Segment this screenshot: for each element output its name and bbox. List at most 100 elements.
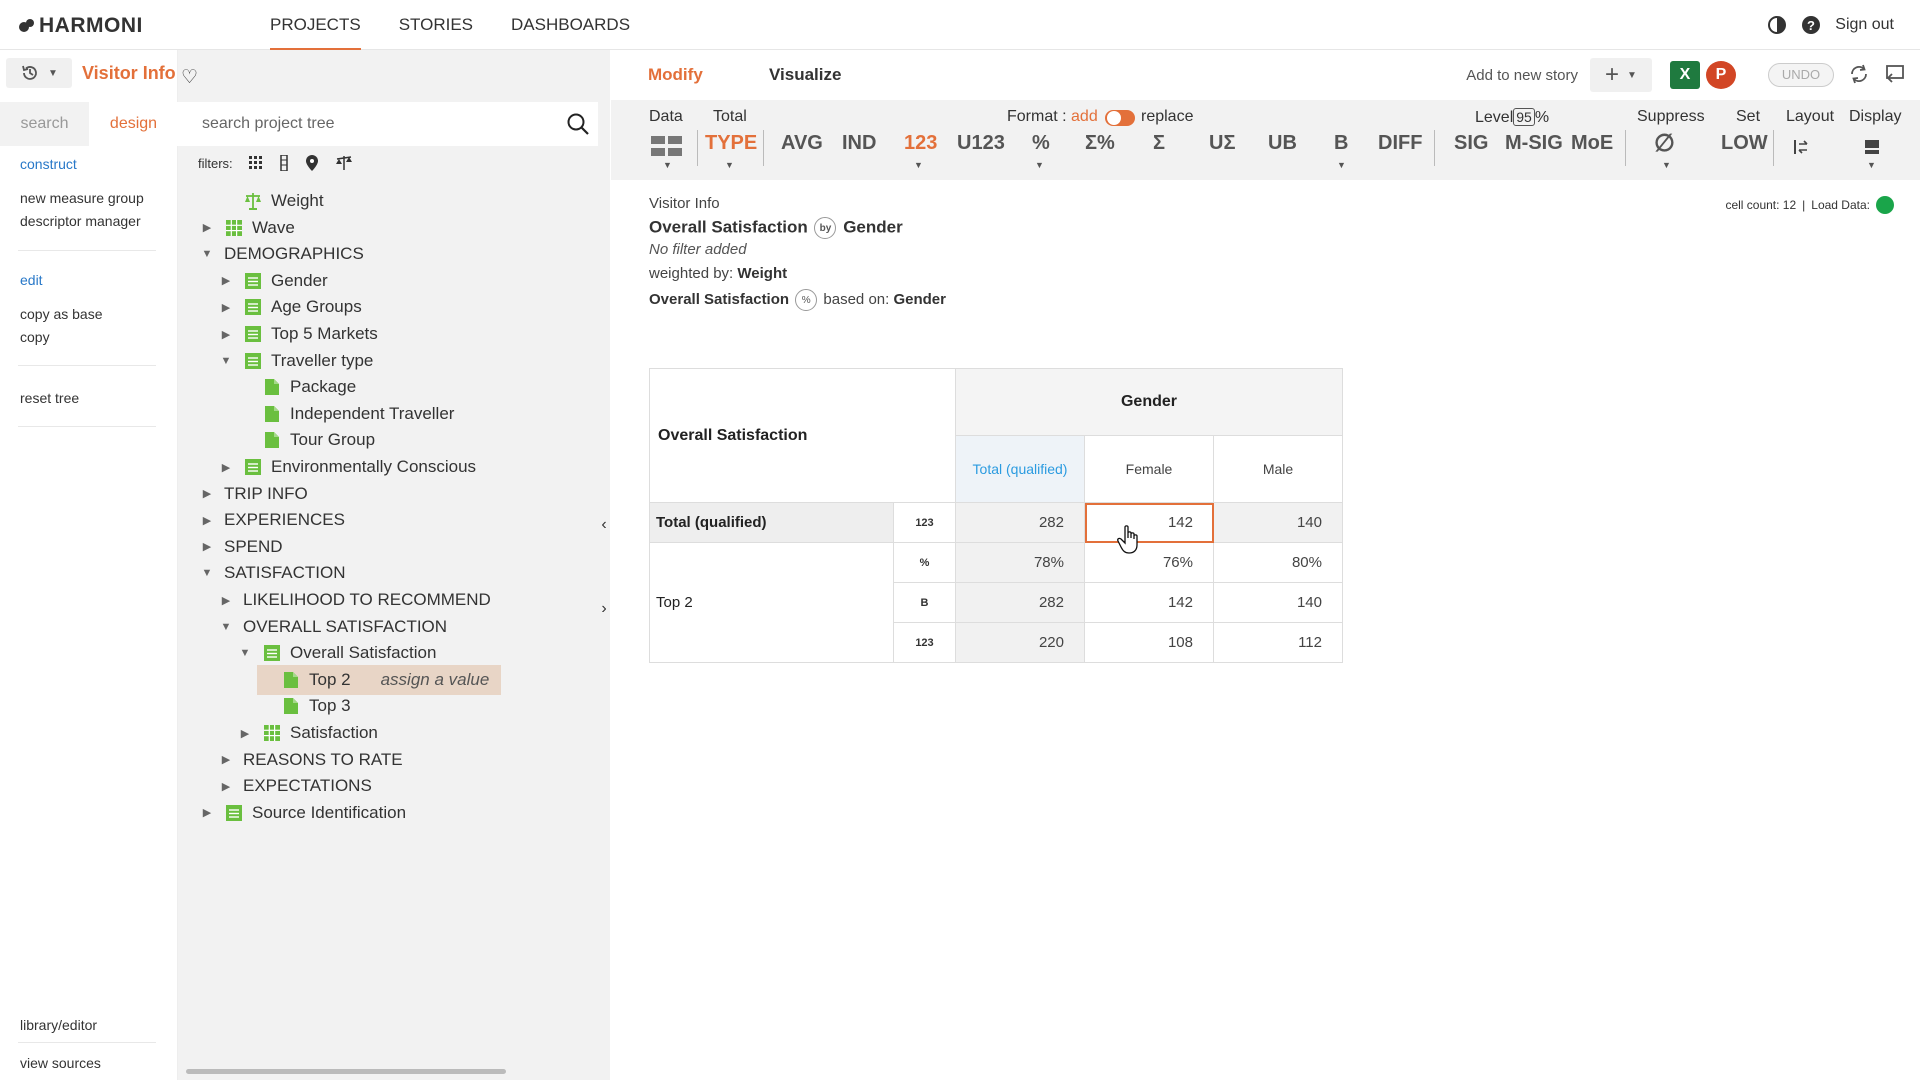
- caret-right-icon[interactable]: ▶: [200, 514, 214, 527]
- table-cell[interactable]: 80%: [1213, 542, 1343, 583]
- display-icon[interactable]: [1864, 138, 1882, 156]
- caret-right-icon[interactable]: ▶: [200, 221, 214, 234]
- tree-horizontal-scrollbar[interactable]: [178, 1066, 598, 1076]
- excel-export-icon[interactable]: X: [1670, 61, 1700, 89]
- reset-tree-link[interactable]: reset tree: [20, 390, 79, 406]
- tree-node[interactable]: ▶ Gender: [219, 266, 328, 296]
- type-button[interactable]: TYPE: [705, 132, 757, 155]
- edit-link[interactable]: edit: [20, 272, 43, 288]
- diff-button[interactable]: DIFF: [1378, 132, 1422, 155]
- tab-visualize[interactable]: Visualize: [769, 65, 841, 85]
- nav-tab-projects[interactable]: PROJECTS: [270, 0, 361, 50]
- tab-modify[interactable]: Modify: [648, 65, 703, 85]
- table-cell-selected[interactable]: 142: [1084, 502, 1214, 543]
- add-story-button[interactable]: + ▼: [1590, 58, 1652, 92]
- sigma-percent-button[interactable]: Σ%: [1085, 132, 1115, 155]
- weighted-by-value[interactable]: Weight: [737, 265, 787, 282]
- caret-right-icon[interactable]: ▶: [200, 806, 214, 819]
- nav-tab-dashboards[interactable]: DASHBOARDS: [511, 0, 630, 50]
- column-header-male[interactable]: Male: [1213, 435, 1343, 503]
- caret-down-icon[interactable]: ▼: [219, 355, 233, 367]
- column-group-header[interactable]: Gender: [955, 368, 1343, 436]
- tree-node[interactable]: ▼ Traveller type: [219, 346, 374, 376]
- tree-node[interactable]: ▶ EXPECTATIONS: [219, 771, 372, 801]
- caret-down-icon[interactable]: ▼: [219, 621, 233, 633]
- load-data-toggle[interactable]: [1876, 196, 1894, 214]
- row-label[interactable]: Top 2: [649, 542, 894, 663]
- table-cell[interactable]: 142: [1084, 582, 1214, 623]
- tree-node[interactable]: ▶ Top 5 Markets: [219, 319, 378, 349]
- percent-button[interactable]: %: [1032, 132, 1050, 155]
- caret-down-icon[interactable]: ▼: [200, 248, 214, 260]
- sigma-button[interactable]: Σ: [1153, 132, 1165, 155]
- set-low-button[interactable]: LOW: [1721, 132, 1768, 155]
- caret-right-icon[interactable]: ▶: [238, 727, 252, 740]
- tab-design[interactable]: design: [89, 102, 178, 146]
- moe-button[interactable]: MoE: [1571, 132, 1613, 155]
- tree-node[interactable]: ▶ REASONS TO RATE: [219, 745, 403, 775]
- caret-right-icon[interactable]: ▶: [219, 328, 233, 341]
- grid-filter-icon[interactable]: [248, 156, 263, 170]
- table-cell[interactable]: 220: [955, 622, 1085, 663]
- table-cell[interactable]: 112: [1213, 622, 1343, 663]
- copy-link[interactable]: copy: [20, 329, 50, 345]
- caret-down-icon[interactable]: ▼: [238, 647, 252, 659]
- refresh-icon[interactable]: [1848, 63, 1870, 85]
- descriptor-manager-link[interactable]: descriptor manager: [20, 213, 141, 229]
- project-title[interactable]: Visitor Info: [82, 63, 176, 84]
- contrast-icon[interactable]: [1767, 15, 1787, 35]
- table-cell[interactable]: 140: [1213, 582, 1343, 623]
- tree-node[interactable]: ▶ Age Groups: [219, 292, 362, 322]
- sig-button[interactable]: SIG: [1454, 132, 1488, 155]
- tree-node[interactable]: ▶ Environmentally Conscious: [219, 452, 476, 482]
- tree-node[interactable]: ▶ Wave: [200, 213, 295, 243]
- ub-button[interactable]: UB: [1268, 132, 1297, 155]
- caret-right-icon[interactable]: ▶: [219, 780, 233, 793]
- view-sources-link[interactable]: view sources: [20, 1055, 101, 1071]
- search-icon[interactable]: [566, 112, 590, 136]
- table-cell[interactable]: 76%: [1084, 542, 1214, 583]
- swap-window-icon[interactable]: [1884, 63, 1906, 85]
- table-cell[interactable]: 282: [955, 502, 1085, 543]
- table-cell[interactable]: 78%: [955, 542, 1085, 583]
- caret-right-icon[interactable]: ▶: [219, 461, 233, 474]
- b-button[interactable]: B: [1334, 132, 1348, 155]
- tree-node[interactable]: ▶ Satisfaction: [238, 718, 378, 748]
- library-editor-link[interactable]: library/editor: [20, 1017, 97, 1033]
- tree-node[interactable]: Weight: [219, 186, 324, 216]
- tree-node[interactable]: ▼ OVERALL SATISFACTION: [219, 612, 448, 642]
- tree-node[interactable]: ▼ SATISFACTION: [200, 558, 346, 588]
- layout-icon[interactable]: [1793, 138, 1811, 156]
- chevron-down-icon[interactable]: ▼: [663, 160, 672, 170]
- copy-as-base-link[interactable]: copy as base: [20, 306, 103, 322]
- caret-right-icon[interactable]: ▶: [219, 301, 233, 314]
- expand-right-icon[interactable]: ›: [598, 600, 610, 618]
- harmoni-logo[interactable]: HARMONI: [18, 14, 143, 38]
- caret-right-icon[interactable]: ▶: [219, 274, 233, 287]
- history-button[interactable]: ▼: [6, 58, 72, 88]
- chevron-down-icon[interactable]: ▼: [1337, 160, 1346, 170]
- suppress-button[interactable]: ∅: [1654, 129, 1675, 158]
- nav-tab-stories[interactable]: STORIES: [399, 0, 473, 50]
- tree-node[interactable]: ▶ LIKELIHOOD TO RECOMMEND: [219, 585, 491, 615]
- format-replace-option[interactable]: replace: [1141, 108, 1193, 126]
- count-button[interactable]: 123: [904, 132, 937, 155]
- row-label[interactable]: Total (qualified): [649, 502, 894, 543]
- table-cell[interactable]: 108: [1084, 622, 1214, 663]
- caret-down-icon[interactable]: ▼: [200, 567, 214, 579]
- caret-right-icon[interactable]: ▶: [200, 487, 214, 500]
- assign-value-hint[interactable]: assign a value: [381, 670, 490, 690]
- tree-node[interactable]: Top 3: [257, 691, 351, 721]
- m-sig-button[interactable]: M-SIG: [1505, 132, 1563, 155]
- tree-node[interactable]: Independent Traveller: [238, 399, 454, 429]
- collapse-left-icon[interactable]: ‹: [598, 516, 610, 534]
- tree-node[interactable]: ▶ EXPERIENCES: [200, 505, 345, 535]
- chevron-down-icon[interactable]: ▼: [1035, 160, 1044, 170]
- tree-node[interactable]: ▼ Overall Satisfaction: [238, 638, 437, 668]
- u-sigma-button[interactable]: UΣ: [1209, 132, 1235, 155]
- scrollbar-thumb[interactable]: [186, 1069, 506, 1074]
- table-cell[interactable]: 282: [955, 582, 1085, 623]
- chevron-down-icon[interactable]: ▼: [725, 160, 734, 170]
- tree-node[interactable]: ▶ TRIP INFO: [200, 479, 308, 509]
- tab-search[interactable]: search: [0, 102, 89, 146]
